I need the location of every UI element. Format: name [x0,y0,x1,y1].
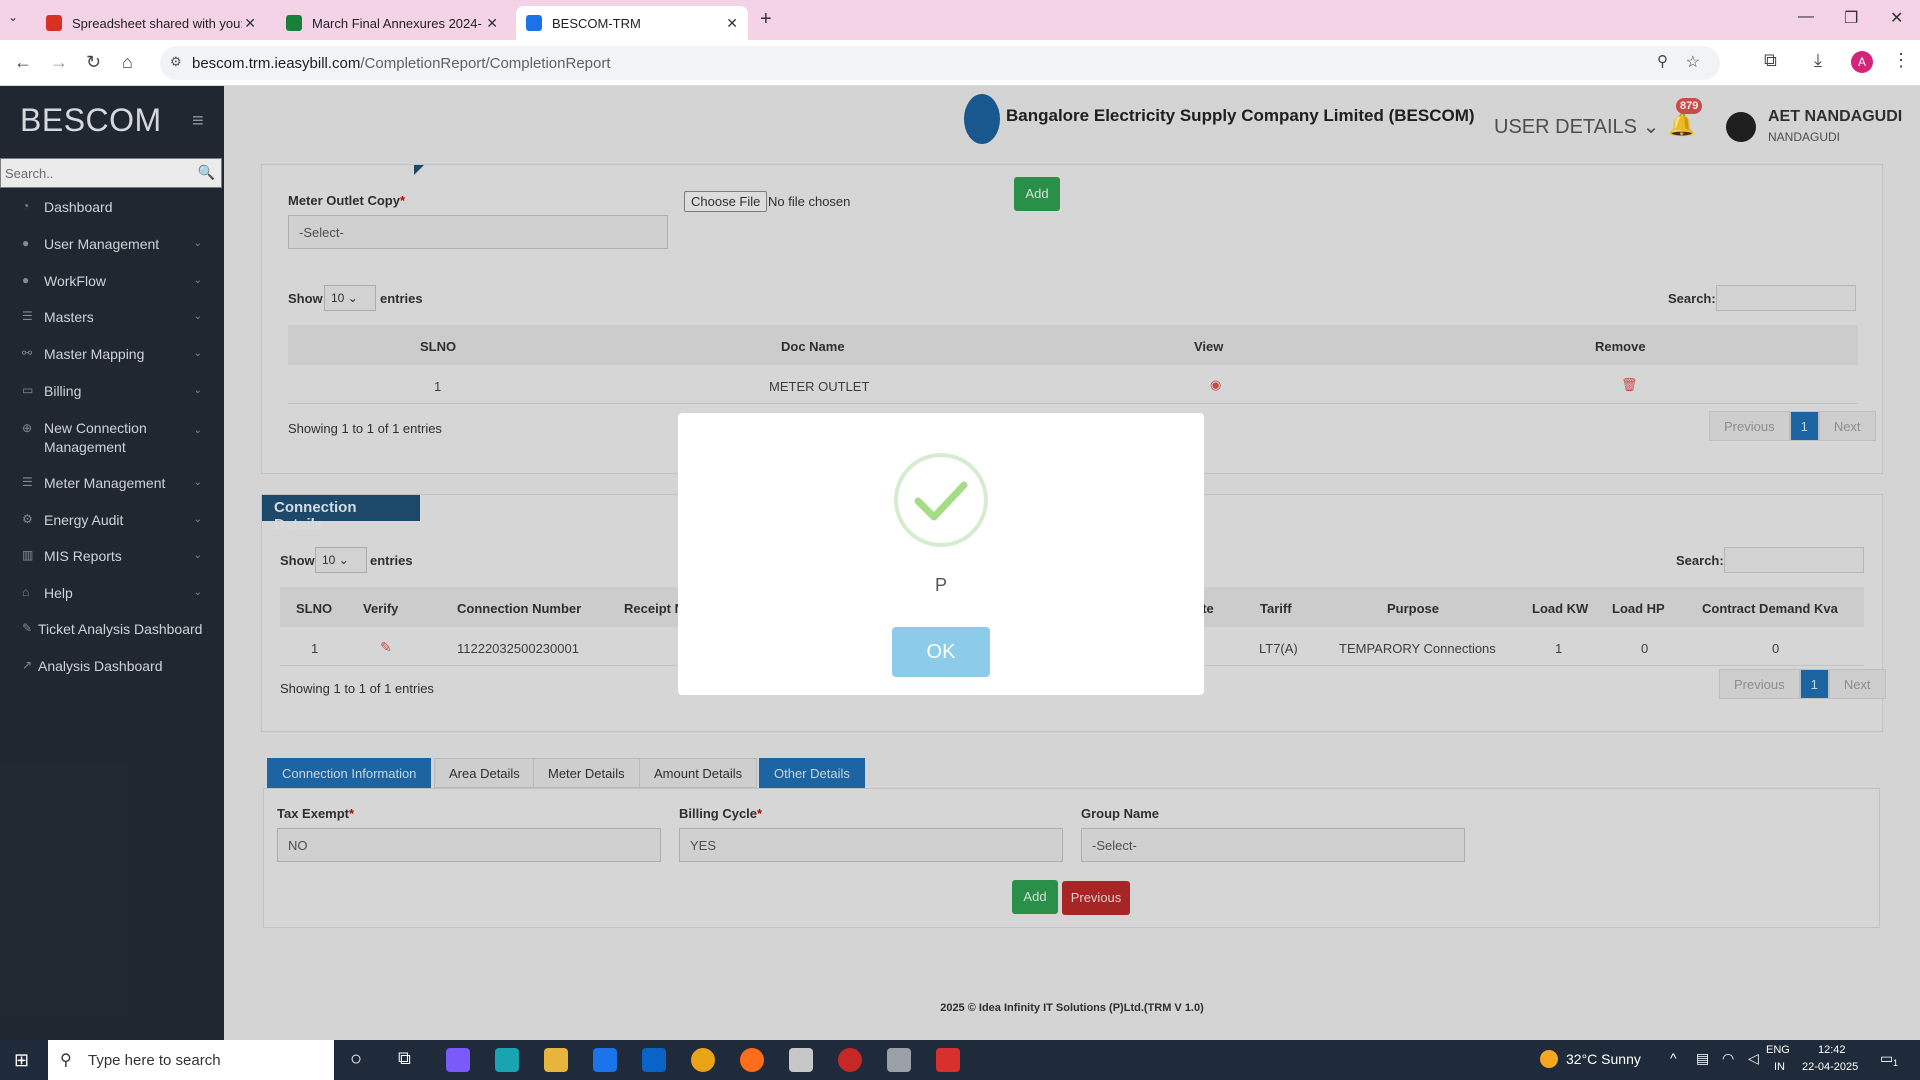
wps-icon[interactable] [936,1048,960,1072]
profile-avatar[interactable]: A [1851,51,1873,73]
restore-icon[interactable]: ❐ [1844,8,1858,28]
language-text[interactable]: ENG [1766,1044,1790,1056]
success-check-icon [894,453,988,547]
tab-bescom[interactable]: BESCOM-TRM ✕ [516,6,748,40]
browser-tab-bar: ⌄ Spreadsheet shared with you: "I ✕ Marc… [0,0,1920,40]
sun-icon [1540,1050,1558,1068]
cortana-icon[interactable]: ○ [350,1048,362,1071]
firefox-icon[interactable] [740,1048,764,1072]
region-text: IN [1774,1061,1785,1073]
clock-date: 22-04-2025 [1802,1061,1859,1073]
window-close-icon[interactable]: ✕ [1890,8,1903,28]
gmail-icon [46,15,62,31]
network-icon[interactable]: ▤ [1696,1050,1709,1067]
outlook-icon[interactable] [642,1048,666,1072]
store-icon[interactable] [593,1048,617,1072]
home-icon[interactable]: ⌂ [122,52,133,73]
checkmark-icon [914,481,968,521]
browser-toolbar: ← → ↻ ⌂ ⚙ bescom.trm.ieasybill.com/Compl… [0,40,1920,86]
menu-icon[interactable]: ⋮ [1892,50,1910,71]
edge-icon[interactable] [495,1048,519,1072]
close-icon[interactable]: ✕ [726,15,738,32]
copilot-icon[interactable] [446,1048,470,1072]
close-icon[interactable]: ✕ [486,15,498,32]
notification-count: 1 [1893,1058,1899,1068]
search-icon: ⚲ [60,1052,72,1069]
taskbar-search-placeholder: Type here to search [88,1051,221,1069]
notification-icon[interactable]: ▭ [1880,1050,1893,1067]
forward-icon[interactable]: → [50,52,68,73]
bookmark-star-icon[interactable]: ☆ [1686,52,1700,72]
tab-title: BESCOM-TRM [552,15,641,31]
minimize-icon[interactable]: — [1798,8,1814,26]
printer-icon[interactable] [789,1048,813,1072]
clock-time[interactable]: 12:42 [1818,1044,1846,1056]
wifi-icon[interactable]: ◠ [1722,1050,1734,1067]
calculator-icon[interactable] [887,1048,911,1072]
weather-text[interactable]: 32°C Sunny [1566,1051,1641,1067]
download-icon[interactable]: ⤓ [1814,50,1822,71]
back-icon[interactable]: ← [14,52,32,73]
tab-title: March Final Annexures 2024-25 [312,15,482,31]
url-path: /CompletionReport/CompletionReport [360,54,611,72]
tab-title: Spreadsheet shared with you: "I [72,15,242,31]
sheets-icon [286,15,302,31]
ok-button[interactable]: OK [892,627,990,677]
zoom-icon[interactable]: ⚲ [1657,52,1668,70]
new-tab-icon[interactable]: + [760,8,772,31]
app-icon[interactable] [838,1048,862,1072]
site-info-icon[interactable]: ⚙ [170,54,182,70]
tab-gmail[interactable]: Spreadsheet shared with you: "I ✕ [36,6,266,40]
chrome-icon[interactable] [691,1048,715,1072]
success-dialog: P OK [678,413,1204,695]
task-view-icon[interactable]: ⧉ [398,1048,411,1069]
tab-search-chevron-icon[interactable]: ⌄ [8,10,18,24]
site-icon [526,15,542,31]
volume-icon[interactable]: ◁ [1748,1050,1759,1067]
file-explorer-icon[interactable] [544,1048,568,1072]
dialog-message: P [934,575,947,595]
extensions-icon[interactable]: ⧉ [1764,50,1777,71]
close-icon[interactable]: ✕ [244,15,256,32]
windows-start-icon[interactable]: ⊞ [14,1050,29,1071]
taskbar-search[interactable]: ⚲ Type here to search [48,1040,334,1080]
address-bar[interactable]: ⚙ bescom.trm.ieasybill.com/CompletionRep… [160,46,1720,80]
url-host: bescom.trm.ieasybill.com [192,54,361,72]
windows-taskbar: ⊞ ⚲ Type here to search ○ ⧉ 32°C Sunny ^… [0,1040,1920,1080]
tab-sheets[interactable]: March Final Annexures 2024-25 ✕ [276,6,508,40]
reload-icon[interactable]: ↻ [86,52,101,73]
tray-chevron-icon[interactable]: ^ [1670,1050,1677,1066]
